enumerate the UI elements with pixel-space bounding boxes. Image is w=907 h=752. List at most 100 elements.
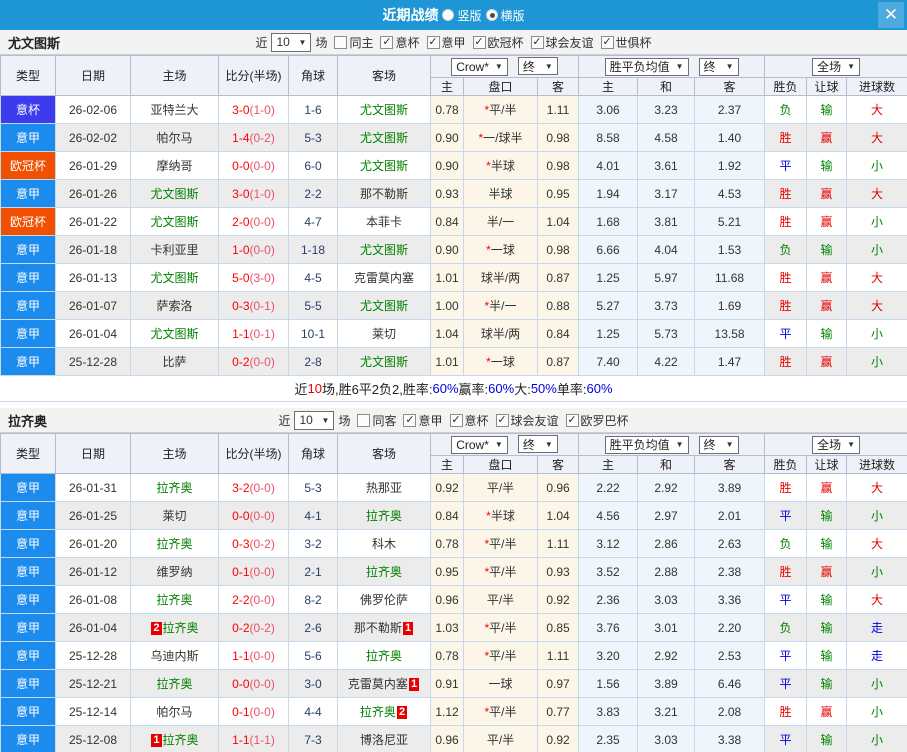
layout-radio-horizontal[interactable]: 横版 (485, 7, 525, 24)
euro-draw-cell: 2.97 (637, 501, 696, 530)
period-select[interactable]: 全场 ▼ (812, 57, 860, 76)
away-team-cell: 尤文图斯 (337, 151, 431, 180)
odds-time-select[interactable]: 终 ▼ (517, 57, 558, 76)
league-type-badge: 意甲 (0, 669, 56, 698)
league-filter[interactable]: ✓ 欧冠杯 (466, 34, 524, 51)
euro-odds-select[interactable]: 胜平负均值 ▼ (604, 435, 689, 454)
corner-cell: 4-7 (288, 207, 338, 236)
same-venue-filter[interactable]: 同客 (350, 412, 396, 429)
checkbox-checked-icon[interactable]: ✓ (495, 413, 509, 427)
euro-home-odds: 3.76 (596, 620, 620, 635)
euro-away-cell: 3.89 (694, 473, 766, 502)
euro-time-select[interactable]: 终 ▼ (698, 57, 739, 76)
euro-home-cell: 3.83 (578, 697, 639, 726)
goals-result-value: 小 (871, 327, 884, 341)
checkbox-checked-icon[interactable]: ✓ (403, 413, 417, 427)
col-euro-away: 客 (694, 77, 766, 96)
checkbox-checked-icon[interactable]: ✓ (600, 35, 614, 49)
handicap-result-value: 赢 (820, 271, 833, 285)
euro-time-select[interactable]: 终 ▼ (698, 435, 739, 454)
euro-home-odds: 4.56 (596, 508, 620, 523)
league-filter-label: 球会友谊 (545, 35, 594, 50)
league-filter[interactable]: ✓ 球会友谊 (524, 34, 594, 51)
match-date-cell: 26-01-04 (55, 613, 131, 642)
euro-home-cell: 1.68 (578, 207, 639, 236)
handicap-line: 平/半 (489, 537, 517, 551)
corner-count: 5-3 (304, 480, 322, 495)
asian-home-odds-cell: 1.03 (430, 613, 464, 642)
handicap-result-value: 输 (820, 327, 833, 341)
full-time-score: 1-1 (232, 732, 250, 747)
result-value: 胜 (779, 187, 792, 201)
league-type-label: 意甲 (15, 649, 40, 663)
home-team-name: 拉齐奥 (156, 677, 193, 691)
euro-away-cell: 3.38 (694, 725, 766, 752)
league-filter[interactable]: ✓ 欧罗巴杯 (559, 412, 629, 429)
league-filter[interactable]: ✓ 世俱杯 (594, 34, 652, 51)
score-cell: 0-2(0-2) (218, 613, 289, 642)
league-filter[interactable]: ✓ 意杯 (373, 34, 420, 51)
match-row: 意甲 25-12-28 乌迪内斯 1-1(0-0) 5-6 拉齐奥 0.78 *平/半 1.11… (0, 641, 907, 670)
checkbox-unchecked-icon[interactable] (334, 35, 348, 49)
match-date: 26-02-02 (68, 130, 118, 145)
check-mark: ✓ (602, 35, 612, 48)
euro-away-odds: 1.47 (717, 354, 742, 369)
checkbox-checked-icon[interactable]: ✓ (530, 35, 544, 49)
league-filter[interactable]: ✓ 意杯 (443, 412, 489, 429)
full-time-score: 0-3 (232, 536, 250, 551)
bookmaker-select[interactable]: Crow* ▼ (451, 435, 508, 454)
goals-result-value: 小 (871, 355, 884, 369)
close-button[interactable]: ✕ (878, 2, 904, 28)
bookmaker-select[interactable]: Crow* ▼ (451, 57, 508, 76)
match-count-select[interactable]: 10 ▼ (294, 410, 335, 430)
handicap-cell: 球半/两 (463, 263, 538, 292)
checkbox-checked-icon[interactable]: ✓ (449, 413, 463, 427)
euro-draw-odds: 3.81 (654, 214, 678, 229)
euro-odds-select[interactable]: 胜平负均值 ▼ (604, 57, 689, 76)
summary-segment: 胜率: (402, 382, 433, 397)
asian-home-odds-cell: 0.91 (430, 669, 464, 698)
euro-home-cell: 3.20 (578, 641, 639, 670)
checkbox-checked-icon[interactable]: ✓ (380, 35, 394, 49)
handicap-result-cell: 输 (806, 319, 848, 348)
same-venue-filter[interactable]: 同主 (327, 34, 373, 51)
half-time-score: (0-2) (249, 620, 275, 635)
asian-away-odds-cell: 0.93 (536, 557, 580, 586)
odds-time-select[interactable]: 终 ▼ (517, 435, 558, 454)
match-count-select[interactable]: 10 ▼ (271, 32, 312, 52)
checkbox-checked-icon[interactable]: ✓ (426, 35, 440, 49)
checkbox-checked-icon[interactable]: ✓ (565, 413, 579, 427)
goals-result-value: 小 (871, 159, 884, 173)
col-score: 比分(半场) (218, 433, 289, 474)
layout-radio-vertical[interactable]: 竖版 (442, 7, 482, 24)
checkbox-checked-icon[interactable]: ✓ (472, 35, 486, 49)
asian-away-odds: 1.04 (546, 214, 570, 229)
league-filter[interactable]: ✓ 球会友谊 (489, 412, 559, 429)
asian-home-odds-cell: 0.95 (430, 557, 464, 586)
league-filter[interactable]: ✓ 意甲 (396, 412, 443, 429)
handicap-result-cell: 输 (806, 529, 848, 558)
result-cell: 负 (764, 95, 808, 124)
summary-segment: 近 (294, 382, 308, 397)
euro-home-odds: 3.12 (596, 536, 620, 551)
radio-unchecked-icon[interactable] (442, 9, 455, 21)
chevron-down-icon: ▼ (494, 62, 503, 72)
home-team-cell: 拉齐奥 (130, 473, 219, 502)
period-select[interactable]: 全场 ▼ (812, 435, 860, 454)
radio-checked-icon[interactable] (485, 9, 498, 21)
result-cell: 平 (764, 151, 808, 180)
checkbox-unchecked-icon[interactable] (357, 413, 371, 427)
full-time-score: 3-0 (232, 186, 250, 201)
euro-draw-cell: 2.92 (637, 641, 696, 670)
asian-away-odds: 0.77 (546, 704, 570, 719)
league-filter[interactable]: ✓ 意甲 (420, 34, 466, 51)
chevron-down-icon: ▼ (675, 62, 684, 71)
league-type-label: 意甲 (15, 271, 40, 285)
euro-draw-odds: 5.73 (654, 326, 678, 341)
match-date-cell: 25-12-08 (55, 725, 131, 752)
summary-segment: 单率: (556, 382, 587, 397)
full-time-score: 0-1 (232, 564, 250, 579)
match-date-cell: 26-02-06 (55, 95, 131, 124)
match-row: 意甲 26-01-07 萨索洛 0-3(0-1) 5-5 尤文图斯 1.00 *半/一 0.88… (0, 291, 907, 320)
away-team-cell: 克雷莫内塞 (337, 263, 431, 292)
